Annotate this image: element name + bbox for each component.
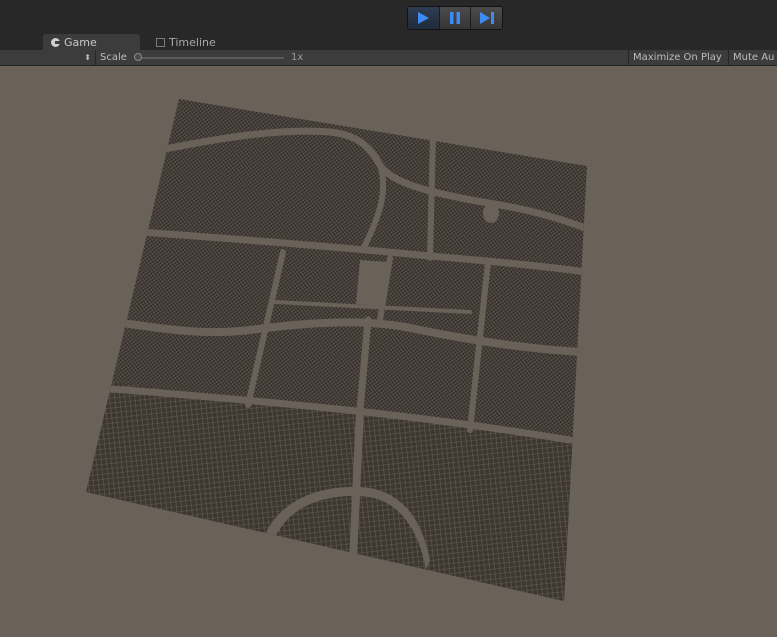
tab-timeline[interactable]: Timeline <box>148 34 248 50</box>
game-icon <box>51 37 60 47</box>
chevron-up-down-icon: ⬍ <box>84 53 91 62</box>
scale-label: Scale <box>100 52 127 63</box>
timeline-icon <box>156 37 165 47</box>
maximize-on-play-toggle[interactable]: Maximize On Play <box>628 50 729 65</box>
tab-bar: Game Timeline <box>0 34 777 50</box>
play-button[interactable] <box>408 7 440 29</box>
pause-icon <box>450 12 460 24</box>
scale-slider-track[interactable] <box>138 57 284 59</box>
scale-value: 1x <box>291 52 304 63</box>
display-dropdown[interactable]: ⬍ <box>0 50 96 65</box>
tab-game[interactable]: Game <box>43 34 140 50</box>
terrain-mesh <box>86 99 587 601</box>
game-viewport[interactable] <box>0 66 777 633</box>
play-icon <box>418 12 430 24</box>
maximize-label: Maximize On Play <box>633 52 722 63</box>
step-button[interactable] <box>471 7 502 29</box>
scale-slider-thumb[interactable] <box>134 53 142 61</box>
pause-button[interactable] <box>439 7 472 29</box>
mute-label: Mute Au <box>733 52 775 63</box>
mute-audio-toggle[interactable]: Mute Au <box>729 50 777 65</box>
play-controls <box>407 6 503 30</box>
game-view-toolbar: ⬍ Scale 1x Maximize On Play Mute Au <box>0 50 777 66</box>
scene-render <box>86 99 587 601</box>
tab-label: Game <box>64 35 97 49</box>
tab-label: Timeline <box>169 35 216 49</box>
step-icon <box>479 12 494 24</box>
main-toolbar <box>0 0 777 34</box>
